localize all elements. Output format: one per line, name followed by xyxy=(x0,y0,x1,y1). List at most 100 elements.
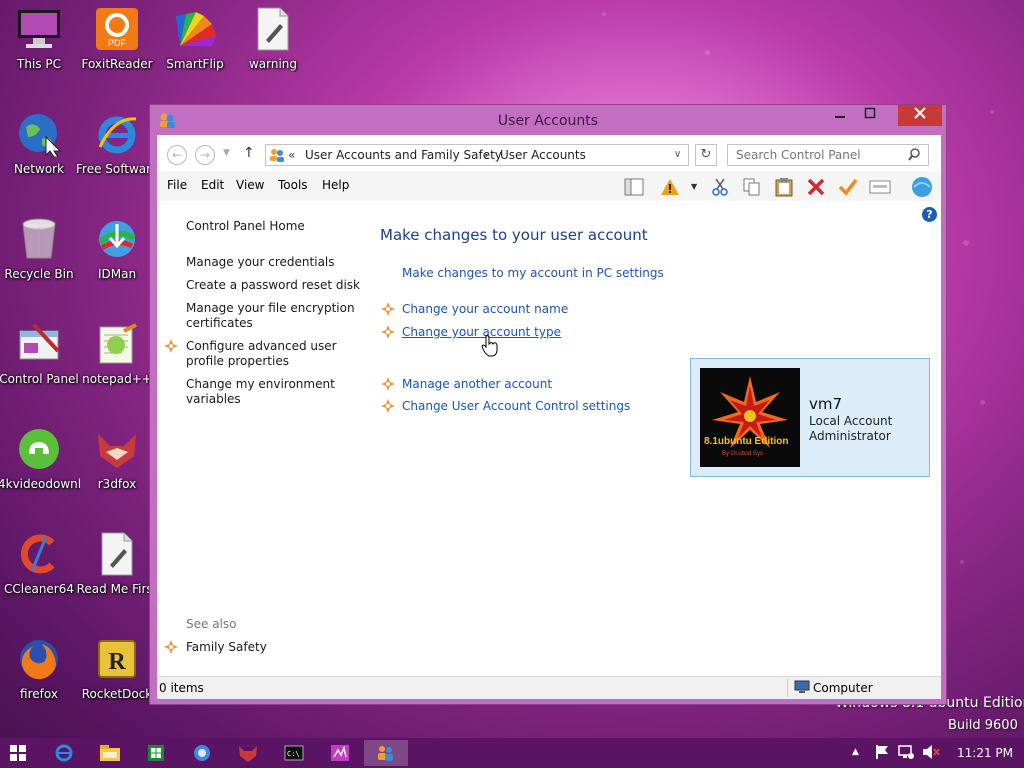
warning-dropdown[interactable]: ▼ xyxy=(691,182,697,191)
desktop-icon-label: Free Software xyxy=(76,162,158,176)
desktop-icon-network[interactable]: Network xyxy=(0,105,78,205)
help-button[interactable]: ? xyxy=(922,207,937,222)
breadcrumb-user-accounts-and-family-safety[interactable]: User Accounts and Family Safety xyxy=(305,148,502,162)
action-center-icon[interactable] xyxy=(875,744,889,763)
copy-button[interactable] xyxy=(741,176,763,198)
menu-help[interactable]: Help xyxy=(322,178,349,192)
window-titlebar[interactable]: User Accounts xyxy=(150,105,946,135)
desktop-icon-idman[interactable]: IDMan xyxy=(78,210,156,310)
picture-subcaption: By Gl.ubsd Sys xyxy=(722,451,764,457)
menu-file[interactable]: File xyxy=(167,178,187,192)
close-button[interactable] xyxy=(898,105,942,126)
user-account-picture[interactable]: 8.1ubuntu Edition By Gl.ubsd Sys xyxy=(700,368,800,467)
desktop-icon-ccleaner[interactable]: CCleaner64 xyxy=(0,525,78,625)
layout-pane-button[interactable] xyxy=(623,176,645,198)
cut-button[interactable] xyxy=(709,176,731,198)
network-status-button[interactable] xyxy=(909,176,935,198)
desktop-icon-free-software[interactable]: Free Software xyxy=(76,105,158,205)
desktop-icon-warning[interactable]: warning xyxy=(234,0,312,100)
search-box[interactable] xyxy=(727,144,929,166)
desktop-icon-4kvideodownloader[interactable]: 4kvideodownloader xyxy=(0,420,80,520)
color-fan-icon xyxy=(172,6,218,52)
manage-another-account-link[interactable]: Manage another account xyxy=(402,377,552,391)
security-shield-icon xyxy=(381,302,395,316)
family-safety-link[interactable]: Family Safety xyxy=(186,640,267,654)
breadcrumb-user-accounts[interactable]: User Accounts xyxy=(500,148,586,162)
taskbar-command-prompt[interactable]: C:\ xyxy=(272,740,316,766)
address-bar[interactable]: « User Accounts and Family Safety › User… xyxy=(265,144,689,166)
menu-edit[interactable]: Edit xyxy=(201,178,224,192)
desktop-icon-recycle-bin[interactable]: Recycle Bin xyxy=(0,210,78,310)
up-button[interactable]: ↑ xyxy=(243,145,255,161)
user-name: vm7 xyxy=(809,395,843,413)
refresh-button[interactable]: ↻ xyxy=(695,144,717,166)
desktop-icon-label: r3dfox xyxy=(97,477,137,491)
layout-pane-icon xyxy=(624,178,644,196)
network-status-icon[interactable] xyxy=(898,744,914,763)
menu-view[interactable]: View xyxy=(236,178,264,192)
maximize-button[interactable] xyxy=(856,105,884,126)
svg-text:PDF: PDF xyxy=(108,38,127,48)
security-shield-icon xyxy=(164,339,178,353)
desktop-icon-r3dfox[interactable]: r3dfox xyxy=(78,420,156,520)
media-icon xyxy=(331,745,349,761)
desktop-icon-smartflip[interactable]: SmartFlip xyxy=(156,0,234,100)
address-dropdown-icon[interactable]: ∨ xyxy=(674,149,681,160)
advanced-profile-link[interactable]: Configure advanced user profile properti… xyxy=(186,339,346,369)
paste-button[interactable] xyxy=(773,176,795,198)
desktop-icon-label: Network xyxy=(13,162,65,176)
taskbar-internet-explorer[interactable] xyxy=(42,740,86,766)
maximize-icon xyxy=(864,107,876,119)
taskbar-spreadsheet[interactable] xyxy=(134,740,178,766)
desktop-icon-label: Recycle Bin xyxy=(4,267,74,281)
see-also-heading: See also xyxy=(186,617,237,631)
picture-caption: 8.1ubuntu Edition xyxy=(704,436,789,447)
taskbar-user-accounts[interactable] xyxy=(364,740,408,766)
uac-settings-link[interactable]: Change User Account Control settings xyxy=(402,399,630,413)
desktop-icon-notepadpp[interactable]: notepad++ xyxy=(78,315,156,415)
file-explorer-icon xyxy=(100,745,120,761)
rocketdock-icon: R xyxy=(94,636,140,682)
pc-settings-link[interactable]: Make changes to my account in PC setting… xyxy=(402,266,664,280)
search-input[interactable] xyxy=(728,145,904,165)
desktop-icon-control-panel[interactable]: Control Panel xyxy=(0,315,79,415)
recycle-bin-icon xyxy=(16,216,62,262)
security-shield-icon xyxy=(381,325,395,339)
taskbar-control-panel[interactable] xyxy=(180,740,224,766)
taskbar-file-explorer[interactable] xyxy=(88,740,132,766)
location-zone: Computer xyxy=(813,681,873,695)
environment-variables-link[interactable]: Change my environment variables xyxy=(186,377,336,407)
desktop-icon-read-me-first[interactable]: Read Me First xyxy=(77,525,157,625)
volume-muted-icon[interactable] xyxy=(922,744,940,763)
recent-locations-dropdown[interactable]: ▼ xyxy=(223,148,230,158)
desktop-icon-firefox[interactable]: firefox xyxy=(0,630,78,730)
breadcrumb-separator[interactable]: › xyxy=(484,148,489,162)
address-overflow[interactable]: « xyxy=(288,148,295,162)
password-reset-disk-link[interactable]: Create a password reset disk xyxy=(186,278,360,292)
taskbar-fox-browser[interactable] xyxy=(226,740,270,766)
desktop-icon-this-pc[interactable]: This PC xyxy=(0,0,78,100)
show-hidden-icons-button[interactable]: ▲ xyxy=(852,747,859,757)
desktop-icon-foxitreader[interactable]: PDF FoxitReader xyxy=(78,0,156,100)
properties-button[interactable] xyxy=(837,176,859,198)
menu-tools[interactable]: Tools xyxy=(278,178,308,192)
clock[interactable]: 11:21 PM xyxy=(957,746,1013,760)
delete-button[interactable] xyxy=(805,176,827,198)
control-panel-home-link[interactable]: Control Panel Home xyxy=(186,219,305,233)
warning-button[interactable] xyxy=(659,176,681,198)
change-account-name-link[interactable]: Change your account name xyxy=(402,302,568,316)
network-status-icon xyxy=(912,177,932,197)
forward-button[interactable]: → xyxy=(195,145,215,165)
minimize-button[interactable] xyxy=(826,105,854,126)
delete-x-icon xyxy=(807,178,825,196)
search-icon[interactable] xyxy=(908,148,921,164)
start-button[interactable] xyxy=(0,740,36,766)
rename-button[interactable] xyxy=(869,176,891,198)
back-button[interactable]: ← xyxy=(167,145,187,165)
desktop-icon-rocketdock[interactable]: R RocketDock xyxy=(78,630,156,730)
taskbar-media[interactable] xyxy=(318,740,362,766)
manage-credentials-link[interactable]: Manage your credentials xyxy=(186,255,335,269)
file-encryption-link[interactable]: Manage your file encryption certificates xyxy=(186,301,356,331)
video-downloader-icon xyxy=(16,426,62,472)
rename-icon xyxy=(869,180,891,194)
